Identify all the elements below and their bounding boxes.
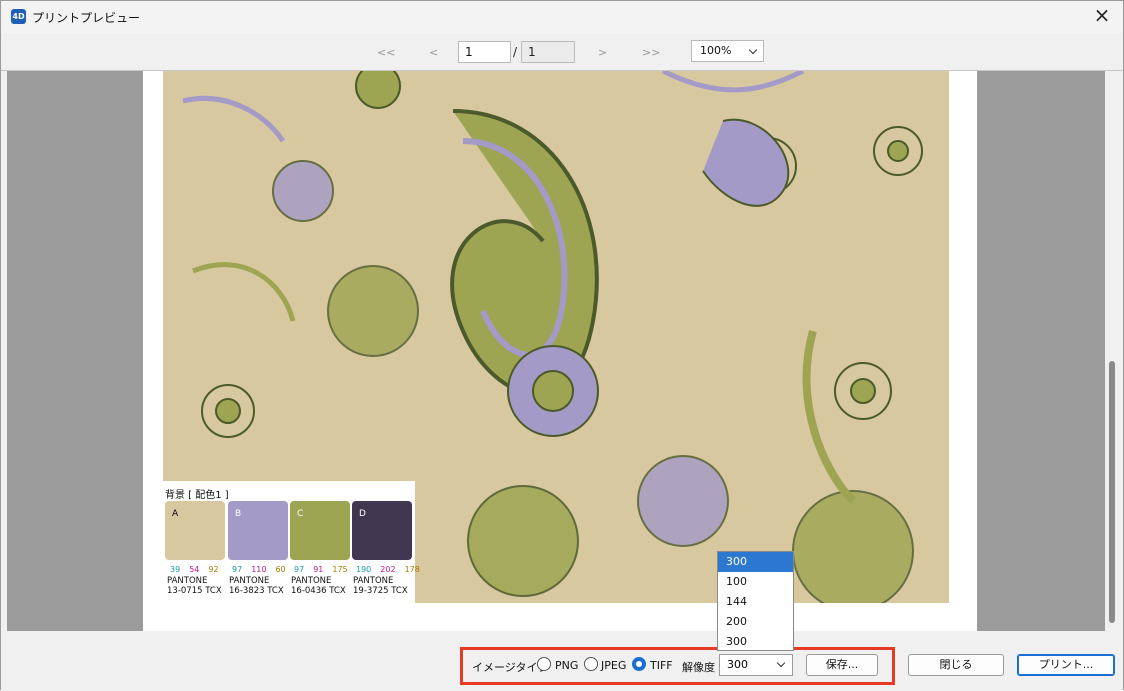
print-preview-window: 4D プリントプレビュー × << < 1 / 1 > >> 100% 背景 […	[0, 0, 1124, 691]
swatch-pantone: PANTONE 19-3725 TCX	[353, 576, 408, 596]
swatch-rgb: 97 91 175	[294, 565, 348, 574]
palette-title: 背景 [ 配色1 ]	[165, 490, 229, 501]
previous-page-button[interactable]: <	[429, 46, 438, 59]
color-palette: 背景 [ 配色1 ] A B C D 39 54 92 97 110 60 97 91 17…	[163, 481, 420, 603]
page-separator: /	[513, 45, 518, 59]
swatch-d: D	[352, 501, 412, 560]
vertical-scrollbar[interactable]	[1105, 71, 1119, 631]
current-page-input[interactable]: 1	[458, 41, 511, 63]
jpeg-radio[interactable]	[584, 657, 598, 671]
swatch-pantone: PANTONE 13-0715 TCX	[167, 576, 222, 596]
resolution-dropdown: 300 100 144 200 300	[717, 551, 794, 651]
swatch-b: B	[228, 501, 288, 560]
jpeg-label: JPEG	[601, 659, 627, 672]
swatch-rgb: 39 54 92	[170, 565, 219, 574]
save-button[interactable]: 保存...	[806, 654, 878, 676]
swatch-rgb: 97 110 60	[232, 565, 286, 574]
last-page-button[interactable]: >>	[642, 46, 660, 59]
swatch-rgb: 190 202 178	[356, 565, 420, 574]
resolution-option[interactable]: 100	[718, 572, 793, 592]
resolution-value: 300	[727, 658, 748, 671]
app-icon: 4D	[11, 9, 26, 24]
swatch-label: D	[359, 509, 366, 519]
close-icon[interactable]: ×	[1091, 5, 1113, 27]
preview-toolbar: << < 1 / 1 > >> 100%	[1, 33, 1123, 71]
first-page-button[interactable]: <<	[377, 46, 395, 59]
close-button[interactable]: 閉じる	[908, 654, 1004, 676]
scrollbar-thumb[interactable]	[1109, 361, 1115, 623]
chevron-down-icon	[748, 45, 758, 55]
paisley-pattern: 背景 [ 配色1 ] A B C D 39 54 92 97 110 60 97 91 17…	[163, 71, 949, 603]
next-page-button[interactable]: >	[598, 46, 607, 59]
zoom-value: 100%	[700, 44, 732, 57]
swatch-pantone: PANTONE 16-0436 TCX	[291, 576, 346, 596]
swatch-a: A	[165, 501, 225, 560]
print-button[interactable]: プリント...	[1017, 654, 1115, 676]
swatch-label: A	[172, 509, 179, 519]
resolution-select[interactable]: 300	[719, 654, 793, 676]
swatch-label: B	[235, 509, 242, 519]
swatch-c: C	[290, 501, 350, 560]
window-title: プリントプレビュー	[32, 11, 141, 25]
total-pages-field: 1	[521, 41, 575, 63]
resolution-label: 解像度	[682, 661, 715, 674]
png-label: PNG	[555, 659, 579, 672]
resolution-option[interactable]: 144	[718, 592, 793, 612]
chevron-down-icon	[776, 658, 786, 668]
png-radio[interactable]	[537, 657, 551, 671]
swatch-label: C	[297, 509, 304, 519]
resolution-option[interactable]: 300	[718, 632, 793, 652]
tiff-label: TIFF	[650, 659, 673, 672]
resolution-option[interactable]: 300	[718, 552, 793, 572]
zoom-select[interactable]: 100%	[691, 40, 764, 62]
preview-area: 背景 [ 配色1 ] A B C D 39 54 92 97 110 60 97 91 17…	[7, 71, 1105, 631]
preview-page: 背景 [ 配色1 ] A B C D 39 54 92 97 110 60 97 91 17…	[143, 71, 977, 631]
title-bar: 4D プリントプレビュー ×	[1, 1, 1123, 33]
resolution-option[interactable]: 200	[718, 612, 793, 632]
tiff-radio[interactable]	[632, 657, 646, 671]
swatch-pantone: PANTONE 16-3823 TCX	[229, 576, 284, 596]
